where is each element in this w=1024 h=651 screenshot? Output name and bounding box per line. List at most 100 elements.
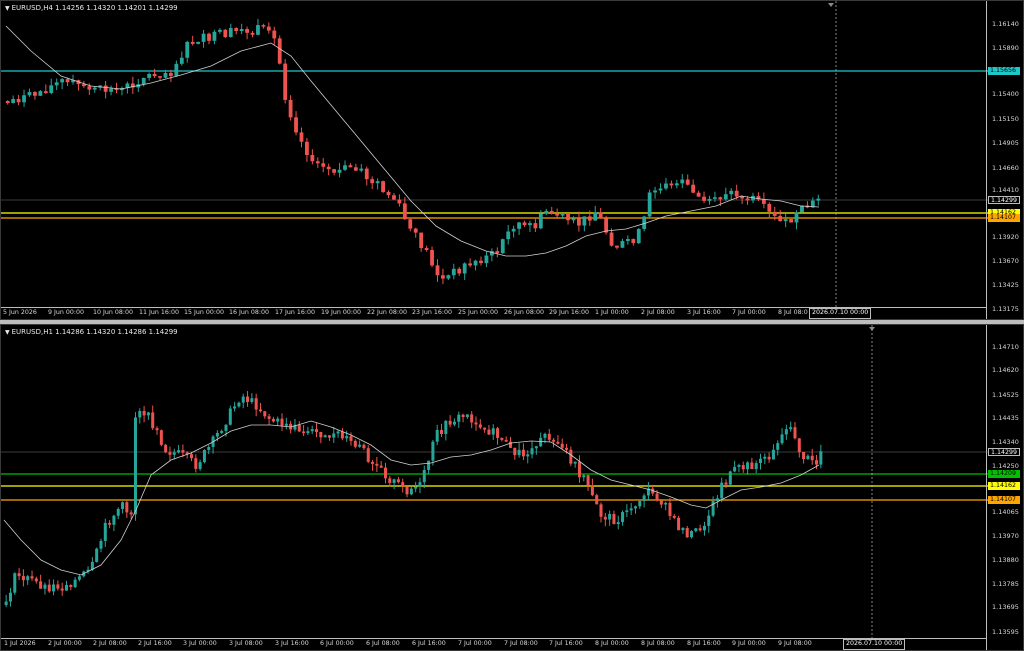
candle — [27, 88, 32, 97]
candle — [733, 460, 737, 473]
candle — [797, 438, 801, 458]
price-tick-label: 1.15890 — [992, 44, 1019, 52]
dropdown-triangle-icon[interactable]: ▼ — [5, 4, 10, 14]
candle — [530, 441, 534, 459]
dropdown-triangle-icon[interactable]: ▼ — [5, 328, 10, 338]
candle — [276, 416, 280, 426]
candle — [64, 580, 69, 591]
candle — [462, 262, 467, 280]
candle — [483, 427, 487, 433]
candle — [446, 274, 451, 281]
candle — [566, 212, 570, 225]
candle — [690, 530, 694, 539]
candle — [343, 160, 347, 171]
price-tick-label: 1.13175 — [992, 305, 1019, 313]
moving-average-line[interactable] — [3, 420, 820, 576]
candle — [771, 444, 775, 460]
candle — [362, 443, 366, 451]
time-tick-label: 8 Jul 16:00 — [687, 640, 721, 647]
candle — [103, 518, 107, 547]
price-scale-h1[interactable]: 1.14710 1.14620 1.14525 1.14435 1.14340 1.142… — [986, 325, 1023, 650]
candle — [359, 164, 364, 173]
candle — [130, 76, 135, 94]
candle — [13, 572, 17, 595]
shift-marker-icon[interactable] — [828, 3, 834, 7]
candle — [241, 393, 245, 409]
price-scale-h4[interactable]: 1.16140 1.15890 1.15400 1.15150 1.14905 1.146… — [986, 1, 1023, 319]
candle — [408, 217, 413, 232]
candle — [789, 421, 793, 432]
time-tick-label: 1 Jul 2026 — [4, 640, 36, 647]
candle — [112, 514, 116, 532]
candle — [54, 78, 59, 91]
candlestick-plot-h1[interactable] — [1, 325, 989, 641]
candle — [511, 225, 516, 238]
candle — [5, 100, 10, 105]
chart-window-h4[interactable]: ▼ EURUSD,H4 1.14256 1.14320 1.14201 1.142… — [0, 0, 1024, 320]
candle — [381, 180, 385, 194]
candle — [577, 211, 581, 232]
candle — [220, 429, 224, 434]
time-tick-label: 2 Jul 00:00 — [48, 640, 82, 647]
time-axis-h1[interactable]: 1 Jul 2026 2 Jul 00:00 2 Jul 08:00 2 Jul 16… — [1, 638, 987, 650]
candle — [489, 248, 494, 262]
candle — [457, 411, 461, 428]
candle — [612, 510, 616, 525]
candle — [763, 453, 767, 465]
candle — [353, 163, 358, 171]
candle — [590, 478, 594, 497]
candle — [620, 238, 625, 249]
candle — [539, 432, 543, 447]
candle — [702, 521, 706, 536]
candle — [223, 28, 228, 39]
candle — [419, 232, 424, 252]
candle — [239, 23, 244, 35]
candle — [340, 428, 344, 441]
candle — [517, 221, 521, 236]
time-tick-label: 9 Jun 00:00 — [48, 309, 84, 316]
candle — [758, 453, 763, 470]
candle — [794, 210, 799, 230]
candle — [470, 411, 474, 429]
candle — [299, 127, 304, 148]
candle — [33, 90, 37, 100]
candle — [302, 424, 306, 437]
candle — [457, 266, 462, 276]
chart-window-h1[interactable]: ▼ EURUSD,H1 1.14286 1.14320 1.14286 1.142… — [0, 324, 1024, 651]
candle — [108, 520, 112, 529]
candle — [211, 435, 215, 454]
candle — [294, 111, 298, 136]
candle — [430, 246, 434, 268]
candle — [327, 435, 331, 441]
candle — [767, 452, 771, 463]
candle — [487, 424, 491, 436]
candle — [444, 420, 448, 441]
candle — [672, 514, 676, 520]
price-tick-label: 1.13595 — [992, 628, 1019, 636]
candle — [370, 176, 375, 190]
candle — [595, 493, 599, 505]
candlestick-plot-h4[interactable] — [1, 1, 989, 310]
candle — [266, 22, 271, 34]
candle — [194, 454, 198, 473]
candle — [133, 412, 137, 521]
candle — [146, 411, 150, 420]
candle — [337, 162, 342, 178]
moving-average-line[interactable] — [5, 25, 820, 257]
candle — [533, 218, 538, 233]
candle — [616, 515, 620, 530]
candle — [267, 413, 271, 425]
candle — [593, 205, 598, 221]
candle — [544, 208, 549, 216]
price-tick-label: 1.14250 — [992, 462, 1019, 470]
time-axis-h4[interactable]: 5 Jun 2026 9 Jun 00:00 10 Jun 08:00 11 Jun … — [1, 307, 987, 319]
candle — [633, 505, 638, 514]
candle — [323, 434, 327, 438]
candle — [571, 216, 576, 224]
shift-marker-icon[interactable] — [869, 327, 875, 331]
price-level-tag: 1.14299 — [988, 196, 1020, 204]
candle — [556, 435, 560, 445]
candle — [151, 405, 155, 431]
candle — [207, 32, 211, 45]
candle — [465, 414, 469, 419]
